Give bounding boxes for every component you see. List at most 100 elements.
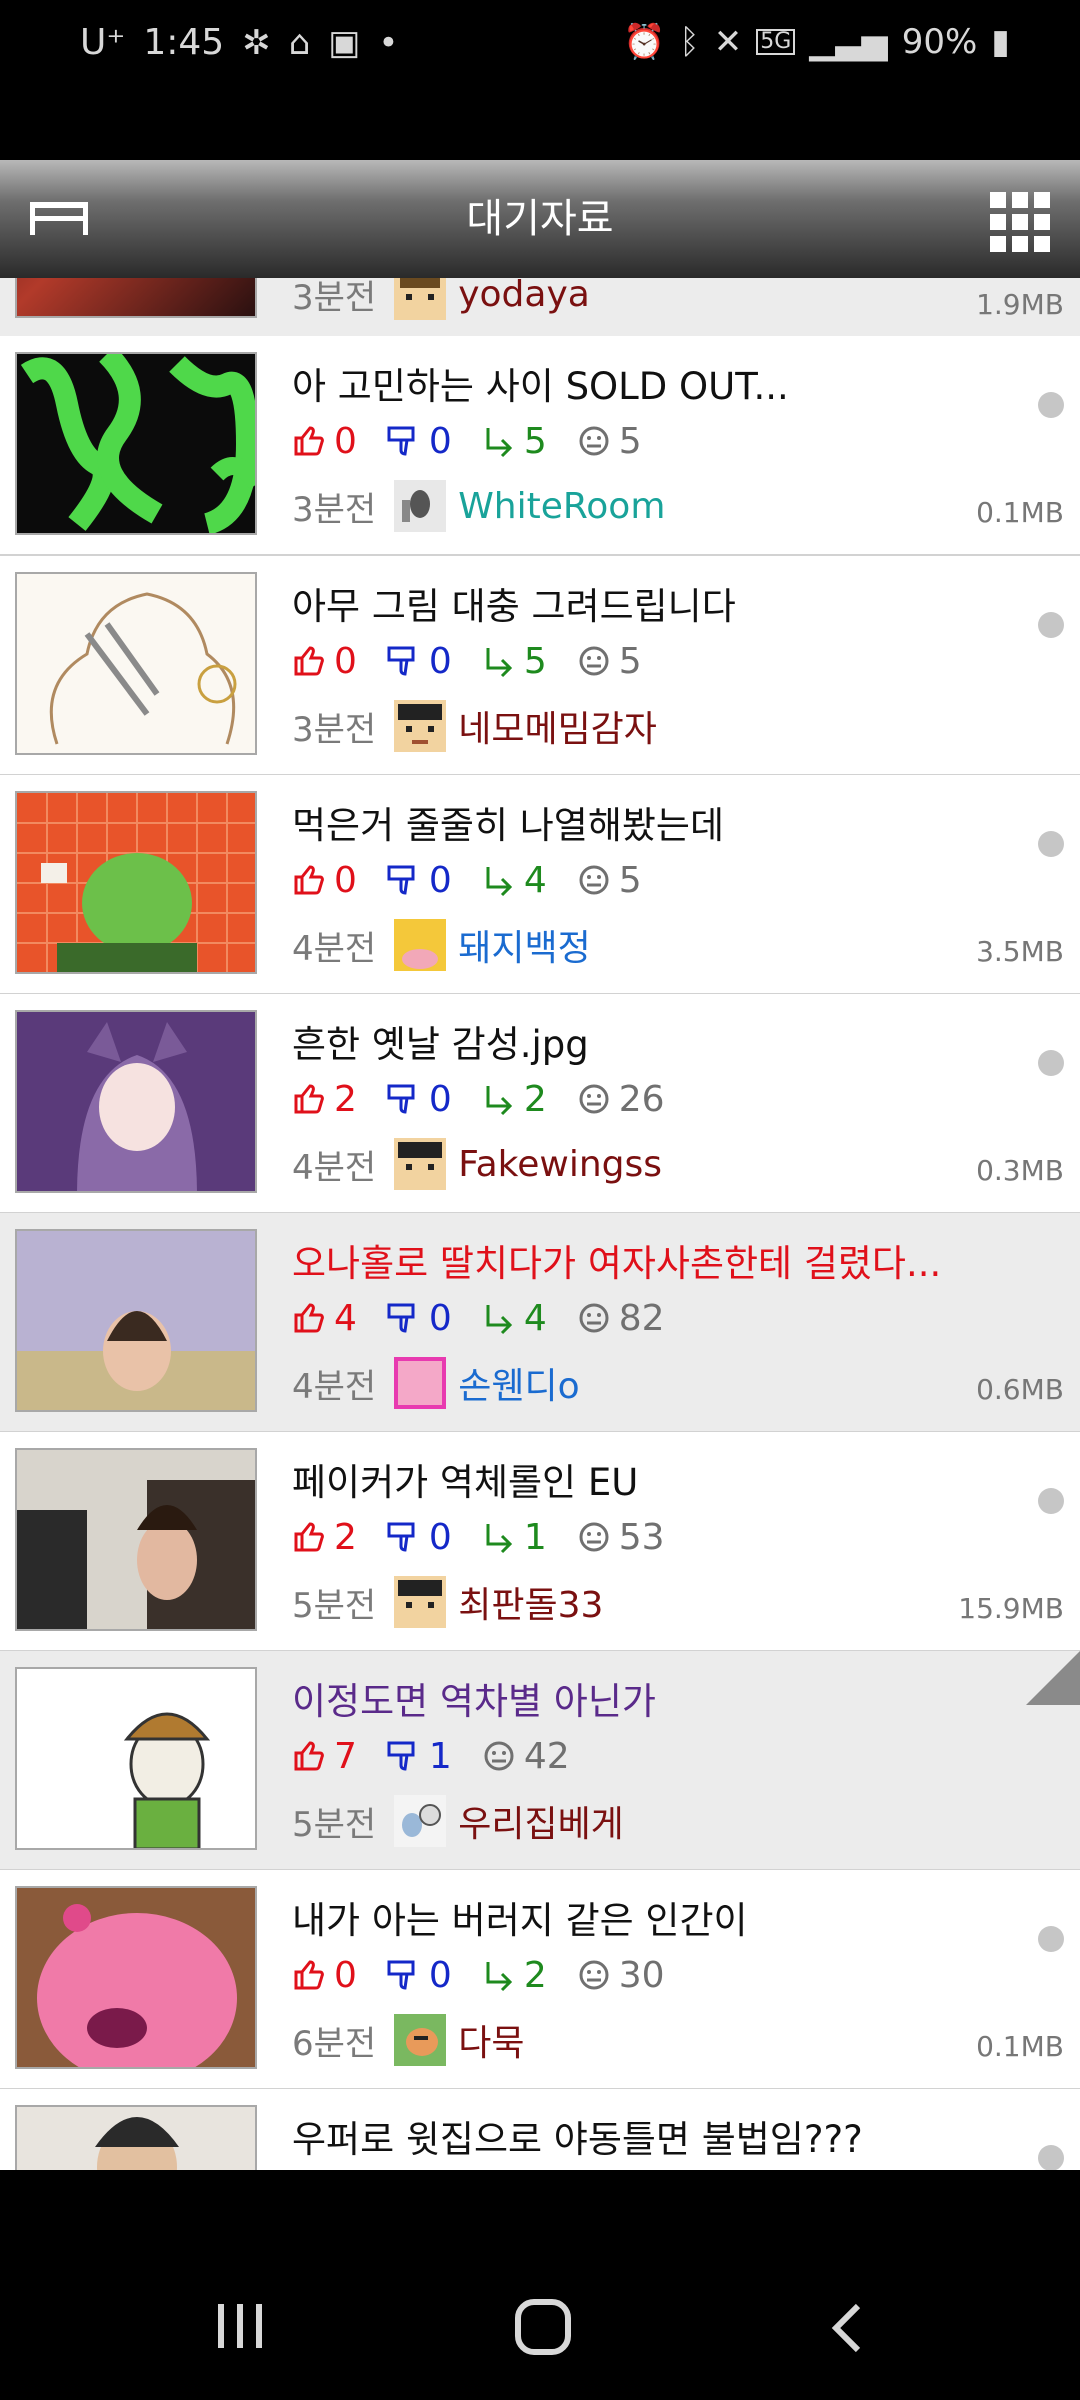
upvote-count: 0	[292, 421, 357, 462]
thumb-up-icon	[294, 865, 324, 895]
status-left: U⁺ 1:45 ✲ ⌂ ▣ •	[80, 22, 398, 63]
battery-icon: ▮	[991, 22, 1010, 62]
thumb-up-icon	[294, 646, 324, 676]
author-name[interactable]: 우리집베게	[458, 1795, 624, 1847]
avatar	[394, 2014, 447, 2066]
downvote-count: 0	[387, 1079, 452, 1120]
thumbnail	[15, 1010, 257, 1193]
thumbnail	[15, 352, 257, 535]
reply-count: 4	[482, 860, 547, 901]
view-icon	[579, 426, 609, 456]
post-title[interactable]: 아무 그림 대충 그려드립니다	[292, 576, 736, 630]
list-item[interactable]: 아 고민하는 사이 SOLD OUT... 0 0 5 5 3분전 WhiteR…	[0, 336, 1080, 556]
carrier-label: U⁺	[80, 22, 126, 63]
file-size: 15.9MB	[958, 1592, 1064, 1625]
post-title[interactable]: 먹은거 줄줄히 나열해봤는데	[292, 795, 724, 849]
post-time: 3분전	[292, 709, 377, 750]
list-item[interactable]: 오나홀로 딸치다가 여자사촌한테 걸렸다... 4 0 4 82 4분전 손웬디…	[0, 1213, 1080, 1433]
view-count: 5	[577, 860, 642, 901]
upvote-count: 0	[292, 860, 357, 901]
avatar	[394, 1576, 447, 1628]
list-item[interactable]: 페이커가 역체롤인 EU 2 0 1 53 5분전 최판돌33 15.9MB	[0, 1432, 1080, 1652]
downvote-count: 0	[387, 860, 452, 901]
bluetooth-icon: ᛒ	[679, 22, 700, 62]
author-name[interactable]: 손웬디o	[458, 1357, 579, 1409]
post-stats: 0 0 5 5	[292, 638, 672, 684]
list-item[interactable]: 우퍼로 윗집으로 야동틀면 불법임???	[0, 2089, 1080, 2170]
signal-icon: ▁▃▅	[809, 22, 888, 62]
post-title[interactable]: 오나홀로 딸치다가 여자사촌한테 걸렸다...	[292, 1233, 941, 1287]
post-title[interactable]: 이정도면 역차별 아닌가	[292, 1671, 656, 1725]
page-title: 대기자료	[466, 196, 614, 242]
clock: 1:45	[143, 22, 225, 63]
home-icon[interactable]	[514, 2298, 572, 2356]
downvote-count: 0	[387, 1517, 452, 1558]
list-item[interactable]: 내가 아는 버러지 같은 인간이 0 0 2 30 6분전 다묵 0.1MB	[0, 1870, 1080, 2090]
grid-icon[interactable]	[990, 192, 1050, 252]
list-item[interactable]: 흔한 옛날 감성.jpg 2 0 2 26 4분전 Fakewingss 0.3…	[0, 994, 1080, 1214]
reply-icon	[486, 428, 512, 458]
upvote-count: 0	[292, 1955, 357, 1996]
post-time: 4분전	[292, 1147, 377, 1188]
view-count: 26	[577, 1079, 665, 1120]
post-stats: 2 0 2 26	[292, 1076, 695, 1122]
post-time: 4분전	[292, 928, 377, 969]
post-stats: 0 0 4 5	[292, 857, 672, 903]
reply-count: 4	[482, 1298, 547, 1339]
post-title[interactable]: 우퍼로 윗집으로 야동틀면 불법임???	[292, 2109, 863, 2163]
thumbnail	[15, 1886, 257, 2069]
author-name[interactable]: 다묵	[458, 2014, 524, 2066]
status-dot	[1038, 1926, 1064, 1952]
recents-icon[interactable]	[214, 2300, 266, 2352]
post-time: 5분전	[292, 1804, 377, 1845]
status-right: ⏰ ᛒ ✕ 5G ▁▃▅ 90% ▮	[623, 22, 1010, 62]
reply-icon	[486, 1524, 512, 1554]
thumbnail	[15, 791, 257, 974]
author-name[interactable]: Fakewingss	[458, 1144, 662, 1185]
chat-icon: ▣	[328, 22, 361, 63]
upvote-count: 4	[292, 1298, 357, 1339]
avatar	[394, 1357, 447, 1409]
thumbnail	[15, 278, 257, 318]
post-title[interactable]: 아 고민하는 사이 SOLD OUT...	[292, 356, 789, 410]
reply-count: 2	[482, 1079, 547, 1120]
author-name[interactable]: 네모메밈감자	[458, 700, 657, 752]
downvote-count: 0	[387, 641, 452, 682]
view-icon	[484, 1741, 514, 1771]
reply-icon	[486, 867, 512, 897]
author-name[interactable]: WhiteRoom	[458, 486, 665, 527]
thumb-down-icon	[387, 1741, 415, 1771]
post-title[interactable]: 흔한 옛날 감성.jpg	[292, 1014, 589, 1068]
post-list: 3분전 yodaya 1.9MB 아 고민하는 사이 SOLD OUT... 0…	[0, 278, 1080, 2170]
network-icon: 5G	[756, 29, 796, 55]
back-icon[interactable]	[826, 2300, 866, 2356]
post-title[interactable]: 페이커가 역체롤인 EU	[292, 1452, 638, 1506]
thumbnail	[15, 572, 257, 755]
status-dot	[1038, 612, 1064, 638]
view-icon	[579, 865, 609, 895]
post-meta: 4분전 Fakewingss	[292, 1136, 662, 1192]
reply-icon	[486, 1962, 512, 1992]
reply-count: 5	[482, 641, 547, 682]
thumb-down-icon	[387, 1522, 415, 1552]
status-dot	[1038, 831, 1064, 857]
post-meta: 3분전 네모메밈감자	[292, 698, 657, 754]
status-dot	[1038, 1050, 1064, 1076]
file-size: 0.3MB	[976, 1154, 1064, 1187]
post-title[interactable]: 내가 아는 버러지 같은 인간이	[292, 1890, 748, 1944]
author-name[interactable]: 최판돌33	[458, 1576, 603, 1628]
post-time: 5분전	[292, 1585, 377, 1626]
list-item[interactable]: 3분전 yodaya 1.9MB	[0, 278, 1080, 338]
battery-percent: 90%	[901, 22, 978, 62]
post-time: 3분전	[292, 278, 377, 318]
post-stats: 4 0 4 82	[292, 1295, 695, 1341]
list-item[interactable]: 아무 그림 대충 그려드립니다 0 0 5 5 3분전 네모메밈감자	[0, 556, 1080, 776]
list-item[interactable]: 먹은거 줄줄히 나열해봤는데 0 0 4 5 4분전 돼지백정 3.5MB	[0, 775, 1080, 995]
list-item[interactable]: 이정도면 역차별 아닌가 7 1 42 5분전 우리집베게	[0, 1651, 1080, 1871]
downvote-count: 1	[387, 1736, 452, 1777]
file-size: 3.5MB	[976, 935, 1064, 968]
alarm-icon: ⏰	[622, 22, 666, 62]
author-name[interactable]: yodaya	[458, 278, 590, 315]
status-dot	[1038, 392, 1064, 418]
author-name[interactable]: 돼지백정	[458, 919, 590, 971]
